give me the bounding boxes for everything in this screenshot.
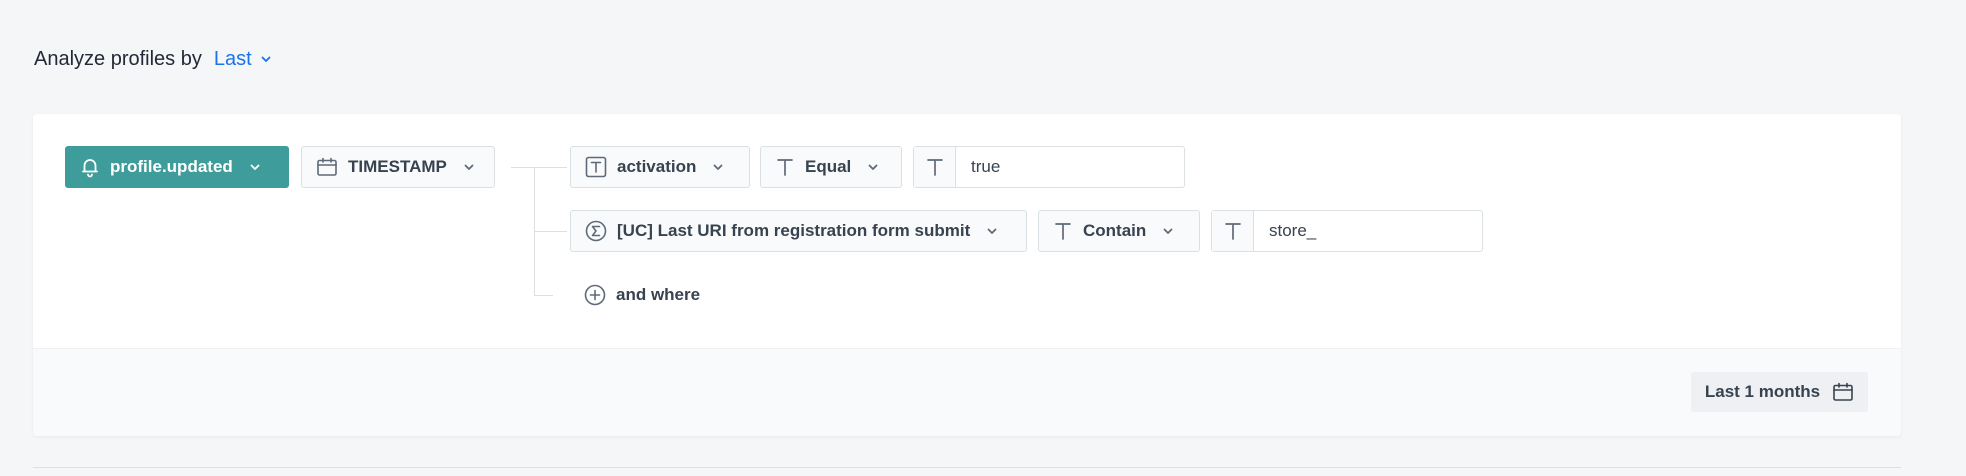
- date-range-button[interactable]: Last 1 months: [1691, 372, 1868, 412]
- text-operator-icon: [777, 159, 793, 176]
- text-operator-icon: [1224, 223, 1241, 240]
- tree-connector: [534, 231, 567, 232]
- text-operator-icon: [926, 159, 943, 176]
- calendar-icon: [1833, 382, 1853, 401]
- condition-parameter-select[interactable]: [UC] Last URI from registration form sub…: [570, 210, 1027, 252]
- value-type-toggle[interactable]: [914, 147, 956, 187]
- timestamp-select[interactable]: TIMESTAMP: [301, 146, 495, 188]
- condition-value-field[interactable]: true: [913, 146, 1185, 188]
- plus-circle-icon: [584, 284, 606, 306]
- page-title: Analyze profiles by: [34, 47, 202, 70]
- timestamp-select-label: TIMESTAMP: [348, 157, 447, 176]
- value-type-toggle[interactable]: [1212, 211, 1254, 251]
- tree-connector: [534, 295, 553, 296]
- chevron-down-icon: [261, 56, 271, 62]
- condition-value-input[interactable]: store_: [1254, 211, 1482, 251]
- chevron-down-icon: [250, 164, 260, 170]
- condition-parameter-label: activation: [617, 157, 697, 176]
- condition-parameter-label: [UC] Last URI from registration form sub…: [617, 221, 971, 240]
- condition-value-field[interactable]: store_: [1211, 210, 1483, 252]
- text-operator-icon: [1055, 223, 1071, 240]
- card-footer: [33, 348, 1901, 436]
- analyze-by-value: Last: [213, 47, 252, 70]
- condition-operator-select[interactable]: Equal: [760, 146, 902, 188]
- event-select[interactable]: profile.updated: [65, 146, 289, 188]
- event-select-label: profile.updated: [110, 157, 233, 176]
- chevron-down-icon: [868, 164, 878, 170]
- date-range-label: Last 1 months: [1704, 382, 1821, 401]
- tree-connector: [511, 167, 567, 168]
- condition-parameter-select[interactable]: activation: [570, 146, 750, 188]
- analytics-page: Analyze profiles by Last profile.updated: [0, 0, 1966, 476]
- sigma-icon: [585, 220, 607, 242]
- section-divider: [33, 467, 1901, 468]
- chevron-down-icon: [1163, 228, 1173, 234]
- condition-operator-label: Equal: [805, 157, 852, 176]
- filter-card: profile.updated TIMESTAMP activation Equ…: [33, 114, 1901, 436]
- analyze-by-select[interactable]: Last: [214, 48, 272, 71]
- analyze-by-header: Analyze profiles by Last: [34, 44, 272, 74]
- chevron-down-icon: [713, 164, 723, 170]
- condition-value-input[interactable]: true: [956, 147, 1184, 187]
- add-condition-label: and where: [616, 285, 701, 304]
- calendar-icon: [317, 157, 337, 176]
- condition-operator-select[interactable]: Contain: [1038, 210, 1200, 252]
- condition-operator-label: Contain: [1083, 221, 1147, 240]
- chevron-down-icon: [464, 164, 474, 170]
- bell-icon: [82, 159, 98, 178]
- chevron-down-icon: [987, 228, 997, 234]
- add-condition-button[interactable]: and where: [584, 281, 700, 309]
- text-type-icon: [585, 156, 607, 178]
